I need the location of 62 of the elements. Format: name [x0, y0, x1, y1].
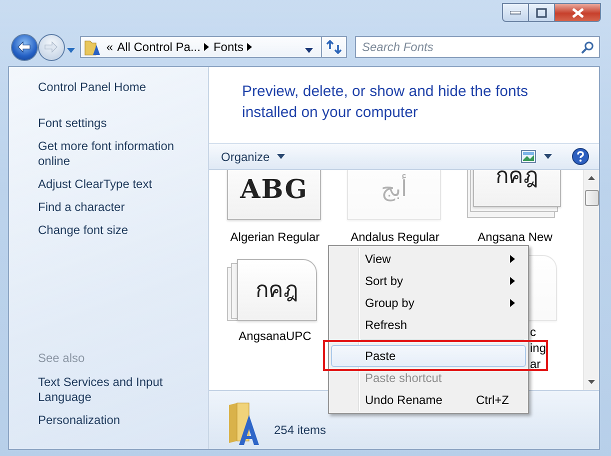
maximize-button[interactable] [529, 3, 555, 22]
font-name: AngsanaUPC [238, 328, 312, 344]
font-preview: أبج [381, 175, 407, 205]
search-icon [581, 41, 594, 54]
minimize-icon [510, 10, 521, 14]
scroll-thumb[interactable] [585, 190, 599, 206]
close-button[interactable] [555, 3, 601, 22]
refresh-button[interactable] [322, 36, 347, 58]
back-button[interactable] [11, 34, 38, 60]
menu-item[interactable]: Group by [331, 292, 526, 314]
font-preview: กคฎ [496, 170, 538, 191]
menu-item[interactable]: Paste [331, 345, 526, 367]
search-field[interactable]: Search Fonts [355, 36, 600, 58]
menu-item[interactable]: Undo Rename Ctrl+Z [331, 389, 526, 411]
menu-item[interactable]: Sort by [331, 270, 526, 292]
caret-icon [305, 48, 314, 53]
arrow-icon [510, 255, 515, 263]
address-bar[interactable]: « All Control Pa... Fonts [80, 36, 322, 58]
arrow-icon [510, 299, 515, 307]
font-file-icon[interactable]: ABG [227, 170, 323, 222]
down-arrow-icon [588, 380, 595, 384]
scrollbar[interactable] [583, 170, 599, 390]
caret-icon [67, 48, 76, 53]
sidebar-link[interactable]: Control Panel Home [38, 80, 200, 95]
font-preview: กคฎ [256, 277, 298, 305]
section-heading: See also [38, 351, 86, 365]
arrow-icon [44, 41, 58, 53]
font-name: Algerian Regular [230, 229, 320, 245]
arrow-icon [204, 43, 210, 51]
sidebar-link[interactable]: Personalization [38, 413, 200, 428]
page-heading: Preview, delete, or show and hide the fonts installed on your computer [242, 83, 528, 121]
sidebar-link[interactable]: Change font size [38, 223, 200, 238]
breadcrumb[interactable]: Fonts [213, 40, 244, 54]
folder-icon [84, 38, 102, 56]
sidebar-link[interactable]: Font settings [38, 116, 200, 131]
picture-icon [521, 150, 536, 163]
minimize-button[interactable] [502, 3, 529, 22]
caret-icon [544, 154, 552, 159]
font-name: Angsana New [478, 229, 552, 245]
maximize-icon [536, 8, 547, 18]
overflow-chevron[interactable]: « [106, 40, 114, 54]
arrow-icon [17, 41, 32, 53]
refresh-icon [326, 40, 342, 54]
sidebar-link[interactable]: Get more font information online [38, 139, 200, 169]
organize-button[interactable]: Organize [217, 148, 289, 166]
arrow-icon [247, 43, 252, 51]
item-count: 254 items [274, 423, 326, 437]
menu-item[interactable]: Refresh [331, 314, 526, 336]
font-name: c ing ar [529, 324, 548, 372]
caret-icon [276, 154, 285, 159]
up-arrow-icon [588, 176, 595, 180]
close-icon [572, 8, 584, 18]
font-preview: ABG [240, 175, 308, 205]
sidebar-link[interactable]: Find a character [38, 200, 200, 215]
breadcrumb[interactable]: All Control Pa... [117, 40, 200, 54]
help-icon [572, 148, 589, 165]
forward-button[interactable] [38, 34, 65, 60]
font-name: Andalus Regular [350, 229, 440, 245]
arrow-icon [510, 277, 515, 285]
sidebar-link[interactable]: Adjust ClearType text [38, 177, 200, 192]
menu-item[interactable]: View [331, 248, 526, 270]
sidebar-link[interactable]: Text Services and Input Language [38, 375, 200, 405]
